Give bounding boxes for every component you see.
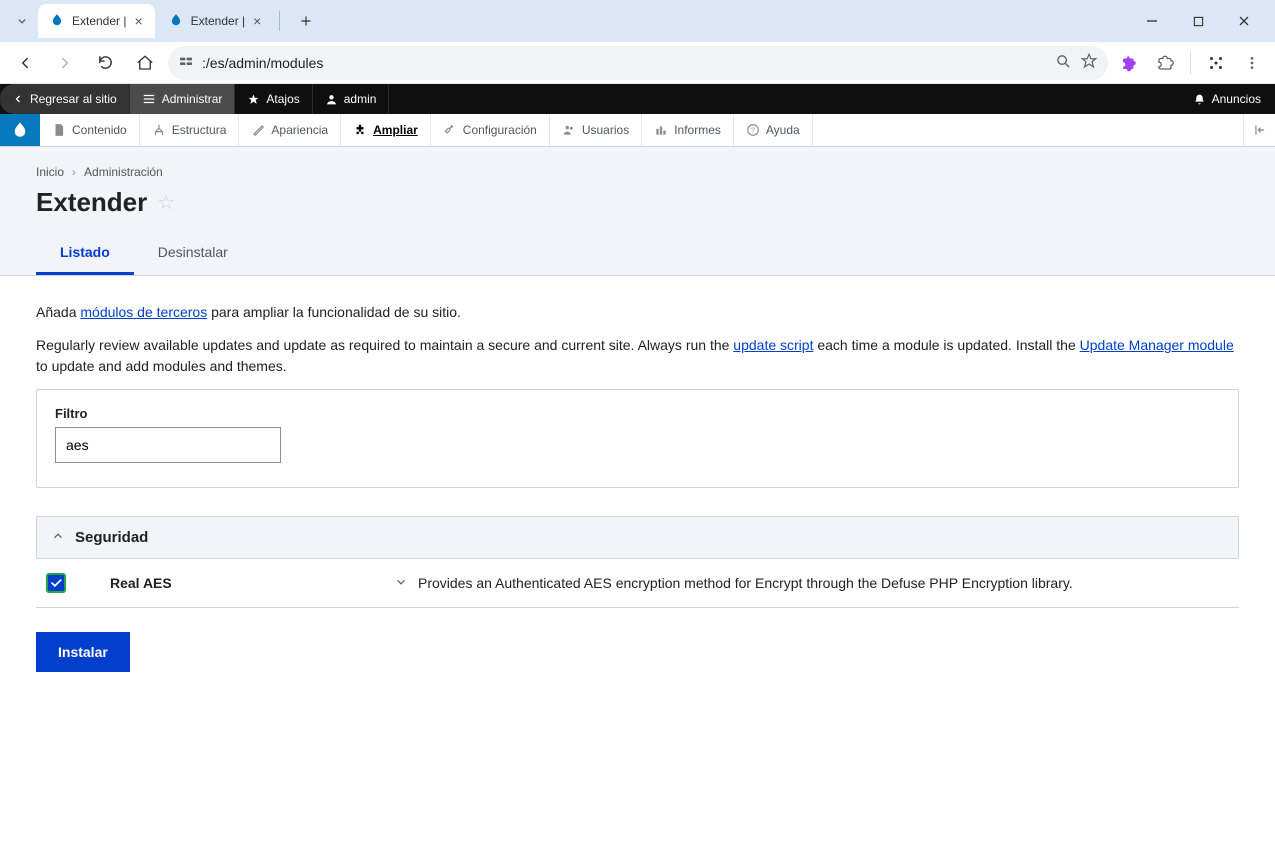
shortcuts-label: Atajos xyxy=(266,92,299,106)
tab-separator xyxy=(279,11,280,31)
intro-text-1: Añada módulos de terceros para ampliar l… xyxy=(36,302,1239,323)
zoom-icon[interactable] xyxy=(1055,53,1072,73)
extension-icon-2[interactable] xyxy=(1201,48,1231,78)
module-row-real-aes: Real AES Provides an Authenticated AES e… xyxy=(36,559,1239,608)
tab-title: Extender | xyxy=(191,14,245,28)
shortcuts-menu[interactable]: Atajos xyxy=(235,84,312,114)
maximize-button[interactable] xyxy=(1175,5,1221,37)
tab-uninstall[interactable]: Desinstalar xyxy=(134,232,252,275)
menu-users[interactable]: Usuarios xyxy=(550,114,642,146)
chevron-down-icon[interactable] xyxy=(394,575,408,592)
tab-list-dropdown[interactable] xyxy=(8,7,36,35)
menu-label: Ampliar xyxy=(373,123,418,137)
menu-label: Informes xyxy=(674,123,721,137)
manage-label: Administrar xyxy=(162,92,223,106)
link-contrib-modules[interactable]: módulos de terceros xyxy=(80,304,207,320)
menu-structure[interactable]: Estructura xyxy=(140,114,240,146)
page-header: Inicio › Administración Extender ☆ Lista… xyxy=(0,147,1275,276)
user-label: admin xyxy=(344,92,377,106)
new-tab-button[interactable] xyxy=(292,7,320,35)
page-title: Extender xyxy=(36,187,147,218)
menu-reports[interactable]: Informes xyxy=(642,114,734,146)
filter-input[interactable] xyxy=(55,427,281,463)
menu-help[interactable]: ? Ayuda xyxy=(734,114,813,146)
browser-tab-strip: Extender | × Extender | × xyxy=(0,0,1275,42)
section-title: Seguridad xyxy=(75,529,148,546)
browser-toolbar: :/es/admin/modules xyxy=(0,42,1275,84)
user-menu[interactable]: admin xyxy=(313,84,390,114)
menu-configuration[interactable]: Configuración xyxy=(431,114,550,146)
breadcrumb-admin[interactable]: Administración xyxy=(84,165,163,179)
drupal-icon xyxy=(169,13,183,30)
back-to-site[interactable]: Regresar al sitio xyxy=(0,84,130,114)
chevron-up-icon xyxy=(51,529,65,546)
back-button[interactable] xyxy=(8,46,42,80)
svg-text:?: ? xyxy=(751,127,755,134)
announcements-label: Anuncios xyxy=(1212,92,1261,106)
forward-button[interactable] xyxy=(48,46,82,80)
bookmark-star-icon[interactable] xyxy=(1080,52,1098,73)
minimize-button[interactable] xyxy=(1129,5,1175,37)
url-bar[interactable]: :/es/admin/modules xyxy=(168,46,1108,80)
extension-icon-1[interactable] xyxy=(1114,48,1144,78)
close-icon[interactable]: × xyxy=(253,13,261,29)
back-to-site-label: Regresar al sitio xyxy=(30,92,117,106)
link-update-manager[interactable]: Update Manager module xyxy=(1080,337,1234,353)
menu-label: Apariencia xyxy=(271,123,328,137)
chevron-right-icon: › xyxy=(72,165,76,179)
extensions-icon[interactable] xyxy=(1150,48,1180,78)
menu-label: Usuarios xyxy=(582,123,629,137)
module-checkbox[interactable] xyxy=(46,573,66,593)
menu-appearance[interactable]: Apariencia xyxy=(239,114,341,146)
browser-menu-icon[interactable] xyxy=(1237,48,1267,78)
intro-text-2: Regularly review available updates and u… xyxy=(36,335,1239,377)
reload-button[interactable] xyxy=(88,46,122,80)
home-button[interactable] xyxy=(128,46,162,80)
breadcrumb-home[interactable]: Inicio xyxy=(36,165,64,179)
filter-label: Filtro xyxy=(55,406,1220,421)
filter-box: Filtro xyxy=(36,389,1239,488)
local-tabs: Listado Desinstalar xyxy=(36,232,1239,275)
drupal-toolbar: Regresar al sitio Administrar Atajos adm… xyxy=(0,84,1275,114)
url-text: :/es/admin/modules xyxy=(202,55,323,71)
module-description: Provides an Authenticated AES encryption… xyxy=(418,575,1073,591)
link-update-script[interactable]: update script xyxy=(733,337,813,353)
install-button[interactable]: Instalar xyxy=(36,632,130,672)
tab-list[interactable]: Listado xyxy=(36,232,134,275)
announcements-menu[interactable]: Anuncios xyxy=(1179,92,1275,106)
drupal-icon xyxy=(50,13,64,30)
menu-extend[interactable]: Ampliar xyxy=(341,114,431,146)
menu-content[interactable]: Contenido xyxy=(40,114,140,146)
breadcrumb: Inicio › Administración xyxy=(36,165,1239,179)
content: Añada módulos de terceros para ampliar l… xyxy=(0,276,1275,698)
menu-label: Configuración xyxy=(463,123,537,137)
menu-label: Contenido xyxy=(72,123,127,137)
site-info-icon[interactable] xyxy=(178,53,194,72)
tab-title: Extender | xyxy=(72,14,126,28)
browser-tab-1[interactable]: Extender | × xyxy=(38,4,155,38)
drupal-logo[interactable] xyxy=(0,114,40,146)
admin-menu: Contenido Estructura Apariencia Ampliar … xyxy=(0,114,1275,147)
menu-label: Estructura xyxy=(172,123,227,137)
module-name: Real AES xyxy=(80,575,380,591)
close-window-button[interactable] xyxy=(1221,5,1267,37)
menu-label: Ayuda xyxy=(766,123,800,137)
browser-tab-2[interactable]: Extender | × xyxy=(157,4,274,38)
star-icon[interactable]: ☆ xyxy=(157,190,175,215)
separator xyxy=(1190,52,1191,74)
collapse-toolbar[interactable] xyxy=(1243,114,1275,146)
manage-menu[interactable]: Administrar xyxy=(130,84,236,114)
close-icon[interactable]: × xyxy=(134,13,142,29)
section-header-security[interactable]: Seguridad xyxy=(36,516,1239,559)
